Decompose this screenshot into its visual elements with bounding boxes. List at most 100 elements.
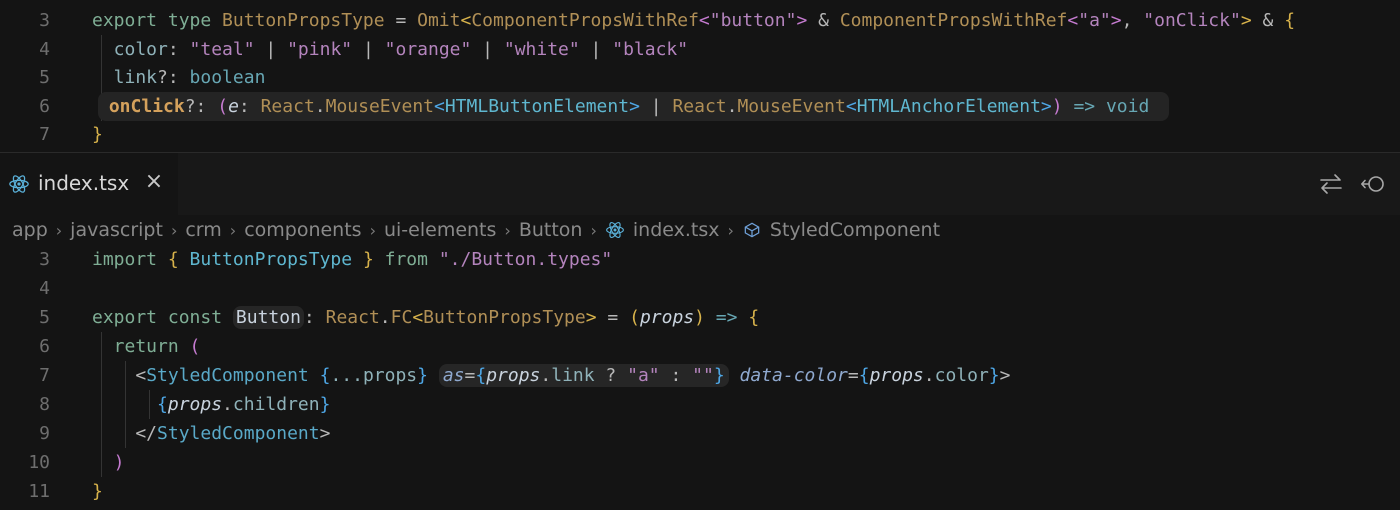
code-line[interactable]: 5 link?: boolean [0,63,1400,92]
code-token: "pink" [287,38,353,60]
code-token: color [934,365,989,386]
breadcrumb-item-components[interactable]: components [244,219,361,241]
code-token: props [167,394,223,415]
code-token: } [319,394,331,415]
code-token: color [92,38,168,60]
code-line[interactable]: 8 {props.children} [0,390,1400,419]
line-number: 4 [39,38,50,60]
line-number: 5 [39,307,50,328]
line-number: 10 [28,452,50,473]
code-token: boolean [189,67,266,88]
code-token: & [1251,10,1285,31]
code-token: props [869,365,924,386]
code-line[interactable]: 6 return ( [0,332,1400,361]
breadcrumb-item-index-tsx[interactable]: index.tsx [633,219,720,241]
code-token: React [325,307,380,328]
compare-changes-icon[interactable] [1318,171,1344,197]
code-text: </StyledComponent> [92,419,330,448]
code-token: "a" [627,365,660,386]
code-token: ComponentPropsWithRef [839,10,1068,31]
code-token: { [1284,10,1296,31]
line-number: 3 [39,249,50,270]
code-token: . [222,394,233,415]
code-text: } [92,120,103,149]
code-token: : [303,307,326,328]
close-icon[interactable]: × [142,167,166,197]
code-token: "white" [503,38,580,60]
code-line[interactable]: 4 [0,274,1400,303]
chevron-right-icon: › [590,220,597,240]
code-token: ComponentPropsWithRef [471,10,699,31]
code-token: "button" [709,10,797,31]
code-line[interactable]: 7 <StyledComponent {...props} as={props.… [0,361,1400,390]
code-token: => [704,307,749,328]
code-token: as [442,365,465,386]
breadcrumb-item-crm[interactable]: crm [185,219,221,241]
code-token: HTMLAnchorElement [856,95,1041,117]
code-token: | [352,38,385,60]
code-text: import { ButtonPropsType } from "./Butto… [92,245,612,274]
breadcrumb-item-styledcomponent[interactable]: StyledComponent [770,219,940,241]
code-token: return [92,336,190,357]
code-token: | [579,38,613,60]
code-token: onClick [108,95,185,117]
code-token: props [486,365,541,386]
code-token: StyledComponent [157,423,320,444]
line-number: 3 [39,10,50,31]
code-text: ) [92,448,125,477]
code-token: Button [232,306,304,329]
breadcrumb-item-javascript[interactable]: javascript [70,219,163,241]
code-token: void [1105,95,1150,117]
code-token: React [672,95,727,117]
code-token: } [713,365,725,386]
code-text: } [92,477,103,506]
code-line[interactable]: 6 onClick?: (e: React.MouseEvent<HTMLBut… [0,91,1400,121]
code-token: { [748,307,760,328]
code-line[interactable]: 5 export const Button: React.FC<ButtonPro… [0,303,1400,332]
code-token: MouseEvent [737,95,846,117]
breadcrumb-item-ui-elements[interactable]: ui-elements [384,219,496,241]
code-token: | [639,95,673,117]
code-line[interactable]: 3 import { ButtonPropsType } from "./Butt… [0,245,1400,274]
code-token: = [596,307,630,328]
code-line[interactable]: 9 </StyledComponent> [0,419,1400,448]
code-token: . [379,307,391,328]
code-token: ?: [184,95,218,117]
code-token: ( [217,95,229,117]
code-text: onClick?: (e: React.MouseEvent<HTMLButto… [98,91,1170,121]
code-token: . [726,95,738,117]
code-line[interactable]: 7} [0,120,1400,149]
revert-icon[interactable] [1360,171,1386,197]
code-token: > [1040,95,1052,117]
code-token: props [639,307,695,328]
line-number: 5 [39,67,50,88]
code-line[interactable]: 11} [0,477,1400,506]
line-number: 6 [39,336,50,357]
code-token: > [319,423,331,444]
code-token: | [254,38,288,60]
code-token: } [92,124,103,145]
code-token: < [412,307,424,328]
code-token: . [314,95,326,117]
breadcrumb-item-app[interactable]: app [12,219,48,241]
code-text: color: "teal" | "pink" | "orange" | "whi… [92,35,688,64]
code-line[interactable]: 10 ) [0,448,1400,477]
line-number: 7 [39,365,50,386]
code-token: HTMLButtonElement [444,95,630,117]
code-token: ButtonPropsType [222,10,385,31]
code-token: > [1240,10,1252,31]
code-token: } [417,365,428,386]
code-token: "black" [612,38,689,60]
breadcrumb-item-button[interactable]: Button [519,219,583,241]
code-token: ( [629,307,640,328]
code-token: link [551,365,595,386]
line-number: 8 [39,394,50,415]
code-line[interactable]: 3 export type ButtonPropsType = Omit<Comp… [0,6,1400,35]
code-line[interactable]: 4 color: "teal" | "pink" | "orange" | "w… [0,34,1400,64]
code-token: . [540,365,552,386]
code-token: export [92,10,168,31]
tab-index-tsx[interactable]: index.tsx × [0,153,178,215]
code-text: return ( [92,332,201,361]
code-token: < [434,95,445,117]
